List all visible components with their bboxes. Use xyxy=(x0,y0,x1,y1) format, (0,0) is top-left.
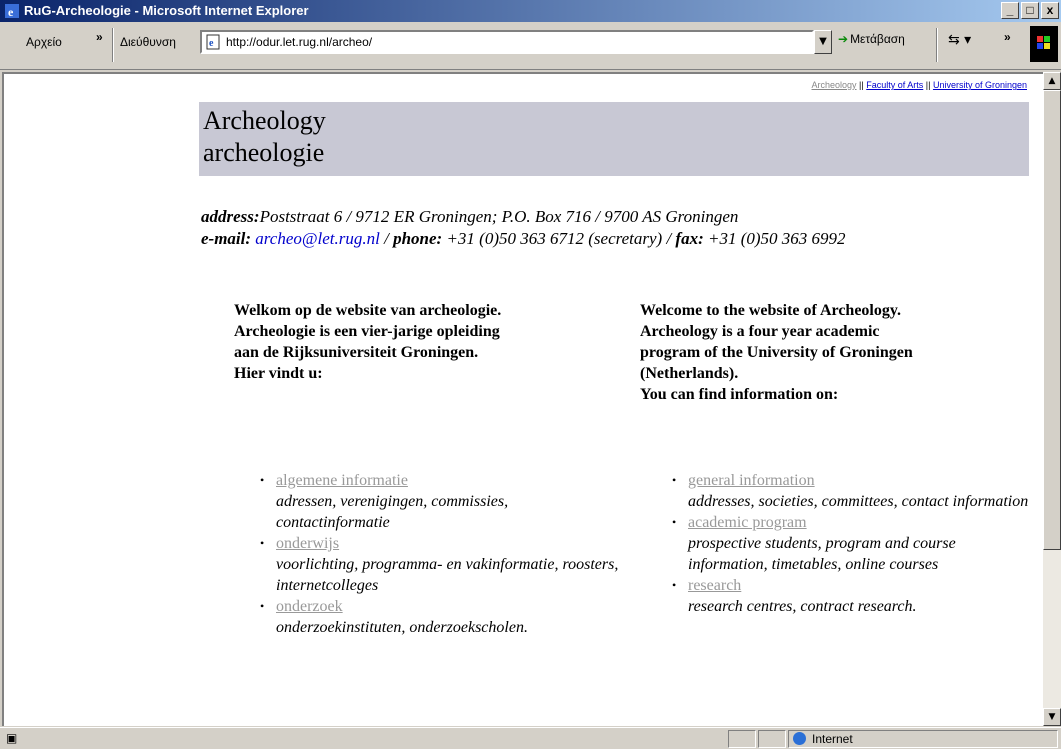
page-title: Archeology xyxy=(203,106,326,135)
page-subtitle: archeologie xyxy=(203,138,325,167)
security-zone: Internet xyxy=(788,730,1058,748)
info-list-english: • general information addresses, societi… xyxy=(672,470,1032,617)
status-bar: ▣ Internet xyxy=(0,727,1061,749)
breadcrumb-separator: || xyxy=(923,80,933,90)
phone-value: +31 (0)50 363 6712 (secretary) / xyxy=(442,229,676,248)
go-arrow-icon: ➔ xyxy=(838,32,849,46)
scroll-up-icon[interactable]: ▲ xyxy=(1043,72,1061,90)
svg-text:e: e xyxy=(209,38,214,49)
intro-line: Archeologie is een vier-jarige opleiding xyxy=(234,323,500,340)
address-bar[interactable]: e http://odur.let.rug.nl/archeo/ xyxy=(200,30,814,54)
address-value: Poststraat 6 / 9712 ER Groningen; P.O. B… xyxy=(259,207,739,226)
email-link[interactable]: archeo@let.rug.nl xyxy=(255,229,380,248)
link-general-information[interactable]: general information xyxy=(688,470,1032,491)
intro-line: Welkom op de website van archeologie. xyxy=(234,302,502,319)
page-status-icon: ▣ xyxy=(6,731,18,745)
list-item: • onderwijs voorlichting, programma- en … xyxy=(260,533,620,596)
go-button[interactable]: ➔ Μετάβαση xyxy=(838,32,905,46)
breadcrumb-separator: || xyxy=(856,80,867,90)
breadcrumb-archeology[interactable]: Archeology xyxy=(812,80,857,90)
toolbar-divider xyxy=(112,28,114,62)
breadcrumb-university-link[interactable]: University of Groningen xyxy=(933,80,1027,90)
toolbar-divider xyxy=(936,28,938,62)
item-description: research centres, contract research. xyxy=(688,598,917,615)
browser-window: e RuG-Archeologie - Microsoft Internet E… xyxy=(0,0,1061,749)
intro-line: aan de Rijksuniversiteit Groningen. xyxy=(234,344,479,361)
link-research[interactable]: research xyxy=(688,575,1032,596)
page-icon: e xyxy=(206,34,220,50)
contact-info: address:Poststraat 6 / 9712 ER Groningen… xyxy=(201,207,846,248)
status-pane xyxy=(728,730,756,748)
item-description: prospective students, program and course… xyxy=(688,535,956,573)
page-header: Archeology archeologie xyxy=(199,102,1029,176)
address-input[interactable]: http://odur.let.rug.nl/archeo/ xyxy=(226,35,372,49)
link-academic-program[interactable]: academic program xyxy=(688,512,1032,533)
bullet-icon: • xyxy=(260,536,265,550)
links-icon[interactable]: ⇆ ▾ xyxy=(948,32,971,48)
address-dropdown-button[interactable]: ▼ xyxy=(814,30,832,54)
svg-text:e: e xyxy=(8,5,14,19)
breadcrumb: Archeology || Faculty of Arts || Univers… xyxy=(812,80,1027,90)
link-onderwijs[interactable]: onderwijs xyxy=(276,533,620,554)
fax-value: +31 (0)50 363 6992 xyxy=(703,229,846,248)
scroll-thumb[interactable] xyxy=(1043,90,1061,550)
intro-line: Welcome to the website of Archeology. xyxy=(640,302,901,319)
windows-logo-icon xyxy=(1030,26,1058,62)
status-pane xyxy=(758,730,786,748)
item-description: adressen, verenigingen, commissies, cont… xyxy=(276,493,509,531)
file-menu[interactable]: Αρχείο xyxy=(26,35,62,49)
window-title: RuG-Archeologie - Microsoft Internet Exp… xyxy=(24,3,309,18)
intro-line: You can find information on: xyxy=(640,386,839,403)
scroll-down-icon[interactable]: ▼ xyxy=(1043,708,1061,726)
minimize-button[interactable]: _ xyxy=(1001,2,1019,19)
breadcrumb-faculty-link[interactable]: Faculty of Arts xyxy=(866,80,923,90)
toolbar: Αρχείο » Διεύθυνση e http://odur.let.rug… xyxy=(0,22,1061,70)
go-label: Μετάβαση xyxy=(850,32,905,46)
email-label: e-mail: xyxy=(201,229,252,248)
ie-icon: e xyxy=(5,4,19,19)
page-viewport: Archeology || Faculty of Arts || Univers… xyxy=(2,72,1043,726)
item-description: voorlichting, programma- en vakinformati… xyxy=(276,556,619,594)
item-description: addresses, societies, committees, contac… xyxy=(688,493,1029,510)
list-item: • onderzoek onderzoekinstituten, onderzo… xyxy=(260,596,620,638)
title-bar: e RuG-Archeologie - Microsoft Internet E… xyxy=(0,0,1061,22)
menu-chevron-icon[interactable]: » xyxy=(96,30,103,44)
list-item: • academic program prospective students,… xyxy=(672,512,1032,575)
zone-label: Internet xyxy=(812,732,853,746)
links-chevron-icon[interactable]: » xyxy=(1004,30,1011,44)
vertical-scrollbar[interactable]: ▲ ▼ xyxy=(1043,72,1061,726)
intro-line: (Netherlands). xyxy=(640,365,739,382)
bullet-icon: • xyxy=(260,473,265,487)
intro-line: program of the University of Groningen xyxy=(640,344,913,361)
maximize-button[interactable]: □ xyxy=(1021,2,1039,19)
item-description: onderzoekinstituten, onderzoekscholen. xyxy=(276,619,528,636)
close-button[interactable]: x xyxy=(1041,2,1059,19)
intro-dutch: Welkom op de website van archeologie. Ar… xyxy=(234,300,614,384)
bullet-icon: • xyxy=(260,599,265,613)
globe-icon xyxy=(793,732,806,745)
intro-line: Hier vindt u: xyxy=(234,365,323,382)
info-list-dutch: • algemene informatie adressen, verenigi… xyxy=(260,470,620,638)
bullet-icon: • xyxy=(672,515,677,529)
phone-label: phone: xyxy=(393,229,443,248)
link-algemene-informatie[interactable]: algemene informatie xyxy=(276,470,620,491)
fax-label: fax: xyxy=(675,229,704,248)
bullet-icon: • xyxy=(672,473,677,487)
link-onderzoek[interactable]: onderzoek xyxy=(276,596,620,617)
address-label: Διεύθυνση xyxy=(120,35,176,49)
bullet-icon: • xyxy=(672,578,677,592)
list-item: • algemene informatie adressen, verenigi… xyxy=(260,470,620,533)
address-label: address: xyxy=(201,207,260,226)
list-item: • general information addresses, societi… xyxy=(672,470,1032,512)
intro-english: Welcome to the website of Archeology. Ar… xyxy=(640,300,1020,405)
list-item: • research research centres, contract re… xyxy=(672,575,1032,617)
intro-line: Archeology is a four year academic xyxy=(640,323,880,340)
